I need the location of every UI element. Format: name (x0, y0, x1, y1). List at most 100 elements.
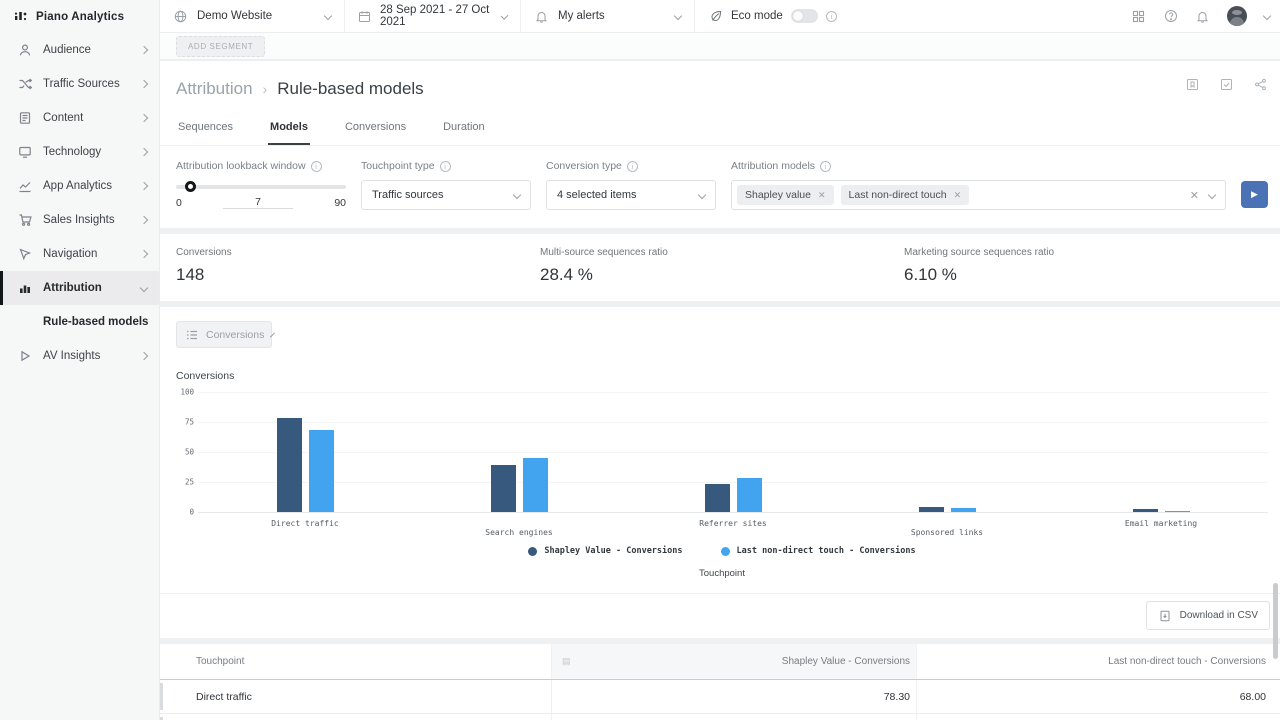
attribution-models-multiselect[interactable]: Shapley value✕ Last non-direct touch✕ ✕ (731, 180, 1226, 210)
bar[interactable] (951, 508, 976, 512)
column-header-shapley[interactable]: ▤ Shapley Value - Conversions (552, 644, 917, 679)
legend-item[interactable]: Shapley Value - Conversions (528, 546, 682, 556)
chip-remove-icon[interactable]: ✕ (818, 190, 826, 201)
bar[interactable] (705, 484, 730, 512)
bar[interactable] (1133, 509, 1158, 512)
metric-selector-value: Conversions (206, 329, 264, 341)
save-report-icon[interactable] (1219, 77, 1234, 92)
sidebar-item-technology[interactable]: Technology (0, 135, 159, 169)
kpi-conversions: Conversions 148 (176, 247, 540, 285)
apps-grid-icon[interactable] (1131, 9, 1146, 24)
kpi-value: 6.10 % (904, 265, 1268, 285)
chart-title: Conversions (176, 370, 1280, 382)
conversion-type-select[interactable]: 4 selected items (546, 180, 716, 210)
y-tick-label: 100 (180, 388, 194, 397)
info-icon: i (826, 11, 837, 22)
date-range-picker[interactable]: 28 Sep 2021 - 27 Oct 2021 (345, 0, 521, 33)
model-chip-shapley: Shapley value✕ (737, 185, 834, 205)
leaf-icon (708, 9, 723, 24)
eco-mode-toggle[interactable] (791, 9, 818, 23)
tab-conversions[interactable]: Conversions (343, 115, 408, 145)
help-icon[interactable] (1163, 9, 1178, 24)
bar[interactable] (277, 418, 302, 512)
clear-all-icon[interactable]: ✕ (1190, 189, 1199, 202)
column-header-last-non-direct[interactable]: Last non-direct touch - Conversions (917, 644, 1280, 679)
shuffle-icon (17, 77, 32, 92)
tab-models[interactable]: Models (268, 115, 310, 145)
filter-icon[interactable]: ▤ (562, 657, 571, 666)
bar[interactable] (737, 478, 762, 512)
bar[interactable] (1165, 511, 1190, 512)
kpi-marketing-source-ratio: Marketing source sequences ratio 6.10 % (904, 247, 1268, 285)
scrollbar[interactable] (1273, 583, 1278, 659)
kpi-row: Conversions 148 Multi-source sequences r… (160, 234, 1280, 301)
info-icon: i (820, 161, 831, 172)
touchpoint-type-label: Touchpoint type (361, 160, 435, 172)
table-row[interactable]: Search engines 39.00 45.00 (160, 714, 1280, 720)
lookback-slider[interactable] (176, 180, 346, 192)
legend-label: Shapley Value - Conversions (544, 546, 682, 556)
bookmark-icon[interactable] (1185, 77, 1200, 92)
slider-handle[interactable] (185, 181, 196, 192)
sidebar-item-audience[interactable]: Audience (0, 33, 159, 67)
metric-selector[interactable]: Conversions (176, 321, 272, 348)
tab-sequences[interactable]: Sequences (176, 115, 235, 145)
site-selector[interactable]: Demo Website (160, 0, 345, 33)
sidebar-item-av-insights[interactable]: AV Insights (0, 339, 159, 373)
tab-duration[interactable]: Duration (441, 115, 487, 145)
user-avatar[interactable] (1227, 6, 1247, 26)
sidebar-item-label: App Analytics (43, 180, 130, 192)
topbar-right-cluster (1131, 6, 1280, 26)
eco-mode-label: Eco mode (731, 10, 783, 22)
cell-shapley-value: 39.00 (552, 714, 917, 720)
globe-icon (173, 9, 188, 24)
bar-group-direct-traffic: Direct traffic (198, 392, 412, 512)
tab-bar: Sequences Models Conversions Duration (160, 115, 1280, 146)
chevron-right-icon (140, 216, 148, 224)
sidebar-item-traffic-sources[interactable]: Traffic Sources (0, 67, 159, 101)
kpi-value: 28.4 % (540, 265, 904, 285)
share-icon[interactable] (1253, 77, 1268, 92)
sidebar-item-attribution[interactable]: Attribution (0, 271, 159, 305)
touchpoint-type-select[interactable]: Traffic sources (361, 180, 531, 210)
sidebar-item-label: Sales Insights (43, 214, 130, 226)
breadcrumb-parent[interactable]: Attribution (176, 79, 253, 99)
play-icon (17, 349, 32, 364)
sidebar-subitem-rule-based-models[interactable]: Rule-based models (0, 305, 159, 339)
chart-plot: Direct trafficSearch enginesReferrer sit… (198, 392, 1268, 512)
sidebar-item-content[interactable]: Content (0, 101, 159, 135)
legend-dot-icon (721, 547, 730, 556)
alerts-value: My alerts (558, 10, 605, 22)
bar[interactable] (309, 430, 334, 512)
bar[interactable] (491, 465, 516, 512)
bar[interactable] (523, 458, 548, 512)
table-row[interactable]: Direct traffic 78.30 68.00 (160, 680, 1280, 714)
chip-remove-icon[interactable]: ✕ (954, 190, 962, 201)
sidebar-item-app-analytics[interactable]: App Analytics (0, 169, 159, 203)
bar-group-email-marketing: Email marketing (1054, 392, 1268, 512)
sidebar-subitem-label: Rule-based models (43, 316, 148, 328)
run-query-button[interactable]: ▶ (1241, 181, 1268, 208)
download-csv-button[interactable]: Download in CSV (1146, 601, 1270, 630)
sidebar-item-sales-insights[interactable]: Sales Insights (0, 203, 159, 237)
document-icon (17, 111, 32, 126)
sidebar-item-navigation[interactable]: Navigation (0, 237, 159, 271)
bar[interactable] (919, 507, 944, 512)
column-header-touchpoint[interactable]: Touchpoint (160, 644, 552, 679)
list-icon (186, 327, 198, 342)
bar-group-search-engines: Search engines (412, 392, 626, 512)
attribution-models-filter: Attribution modelsi Shapley value✕ Last … (731, 160, 1226, 210)
cart-icon (17, 213, 32, 228)
person-icon (17, 43, 32, 58)
calendar-icon (358, 9, 371, 24)
chevron-down-icon[interactable] (1263, 12, 1271, 20)
category-label: Direct traffic (198, 519, 412, 528)
alerts-selector[interactable]: My alerts (521, 0, 695, 33)
breadcrumb-separator-icon: › (263, 81, 268, 97)
chevron-down-icon[interactable] (1208, 191, 1216, 199)
lookback-value-input[interactable] (223, 196, 293, 209)
legend-item[interactable]: Last non-direct touch - Conversions (721, 546, 916, 556)
notifications-bell-icon[interactable] (1195, 9, 1210, 24)
add-segment-button[interactable]: ADD SEGMENT (176, 36, 265, 57)
chart-card: Conversions Conversions 0255075100 Direc… (160, 307, 1280, 638)
